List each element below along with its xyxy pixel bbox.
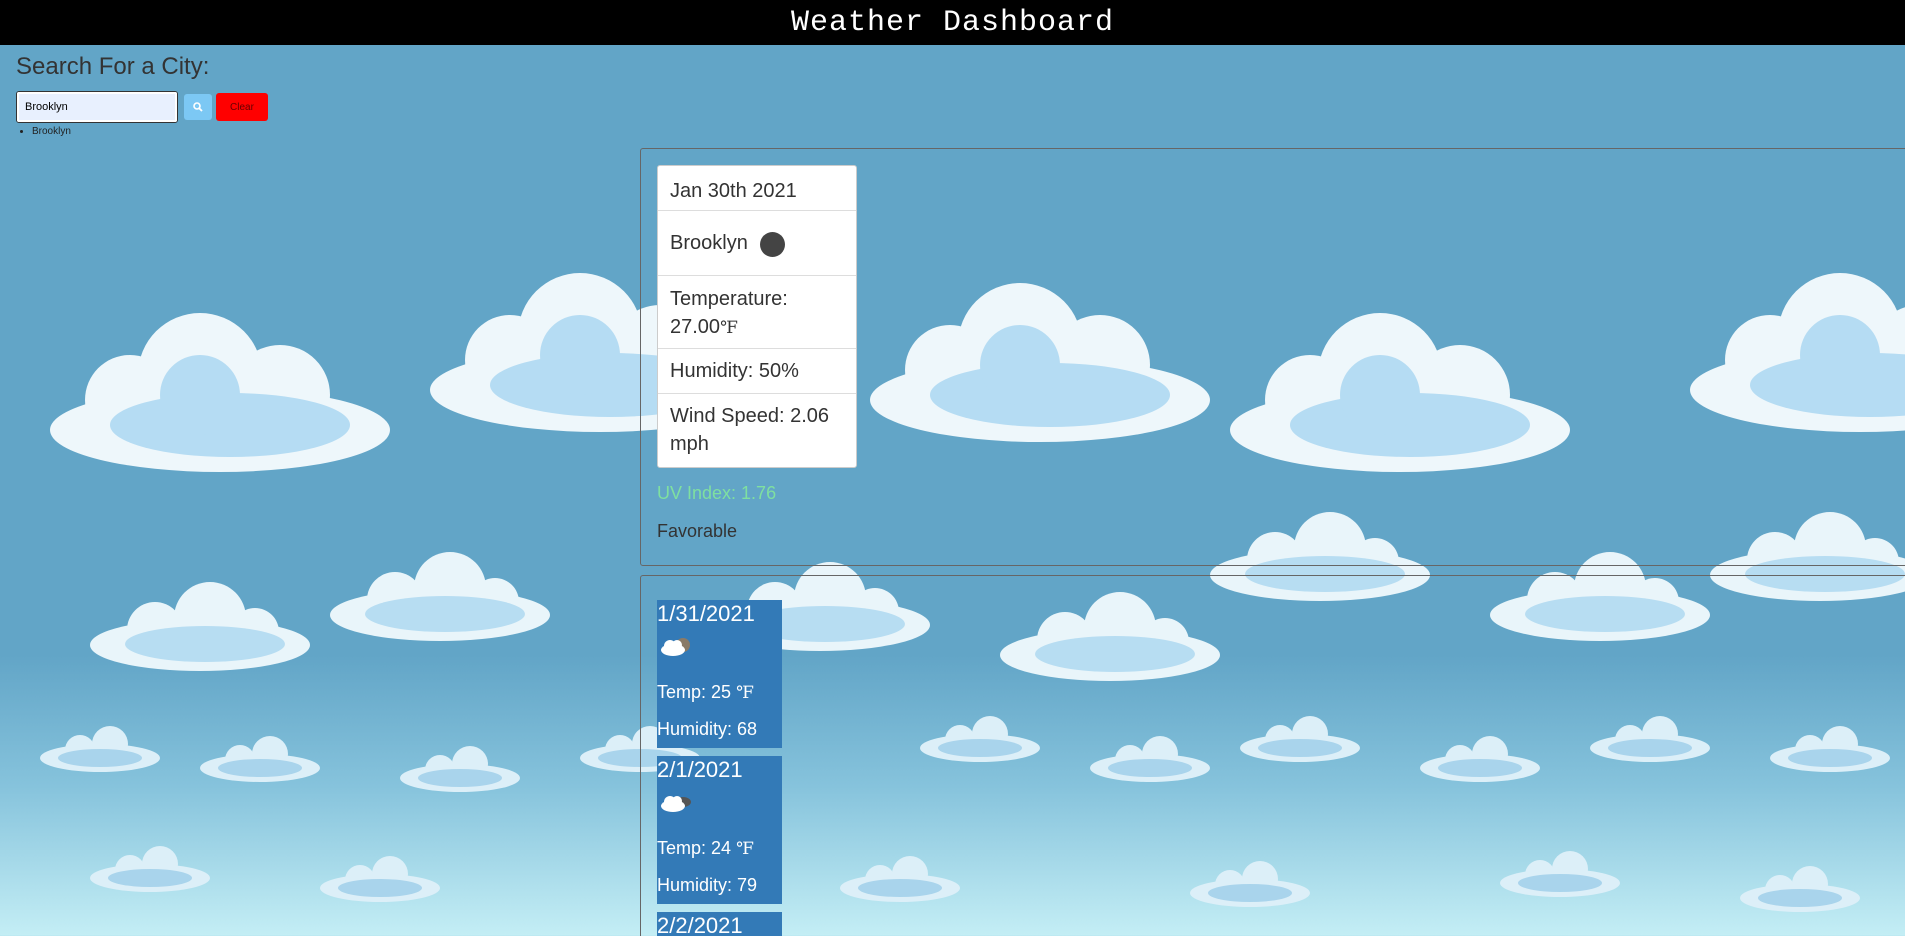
temperature-label: Temperature: <box>670 288 788 310</box>
search-history: Brooklyn <box>16 125 71 138</box>
current-weather-card: Jan 30th 2021 Brooklyn Temperature: 27.0… <box>657 165 857 468</box>
forecast-card: 1/31/2021 Temp: 25 ℉ Humidity: 68 <box>657 600 782 748</box>
forecast-date: 2/2/2021 <box>657 913 743 936</box>
forecast-humidity: Humidity: 68 <box>657 719 758 739</box>
partly-cloudy-icon <box>659 791 782 821</box>
forecast-date: 1/31/2021 <box>657 601 755 626</box>
wind-label: Wind Speed: 2.06 <box>670 405 829 427</box>
forecast-temp-unit: ℉ <box>736 683 754 703</box>
forecast-temp-value: Temp: 25 <box>657 682 732 702</box>
forecast-temp-value: Temp: 24 <box>657 838 732 858</box>
clear-button[interactable]: Clear <box>216 93 268 121</box>
forecast-temp: Temp: 24 ℉ <box>657 837 782 860</box>
current-city: Brooklyn <box>670 232 748 254</box>
forecast-card: 2/2/2021 <box>657 912 782 936</box>
temperature-unit: ℉ <box>720 318 738 338</box>
search-icon <box>193 102 203 112</box>
current-temperature: Temperature: 27.00℉ <box>658 276 856 349</box>
current-city-row: Brooklyn <box>658 211 856 276</box>
forecast-humidity: Humidity: 79 <box>657 875 758 895</box>
search-button[interactable] <box>184 94 212 120</box>
search-label: Search For a City: <box>16 53 210 80</box>
forecast-temp-unit: ℉ <box>736 839 754 859</box>
uv-index: UV Index: 1.76 <box>657 483 777 503</box>
temperature-value: 27.00 <box>670 316 721 338</box>
partly-cloudy-icon <box>659 635 782 665</box>
forecast-panel <box>640 575 1905 936</box>
history-item[interactable]: Brooklyn <box>32 125 71 138</box>
current-date: Jan 30th 2021 <box>658 166 856 211</box>
app-title: Weather Dashboard <box>790 5 1115 40</box>
wind-unit: mph <box>670 433 709 455</box>
current-humidity: Humidity: 50% <box>658 349 856 394</box>
uv-status: Favorable <box>657 521 738 541</box>
weather-icon <box>759 231 785 257</box>
city-search-input[interactable] <box>16 91 178 123</box>
forecast-date: 2/1/2021 <box>657 757 743 782</box>
current-wind-speed: Wind Speed: 2.06 mph <box>658 394 856 467</box>
search-row: Clear <box>16 91 268 123</box>
forecast-card: 2/1/2021 Temp: 24 ℉ Humidity: 79 <box>657 756 782 904</box>
forecast-temp: Temp: 25 ℉ <box>657 681 782 704</box>
app-header: Weather Dashboard <box>0 0 1905 45</box>
